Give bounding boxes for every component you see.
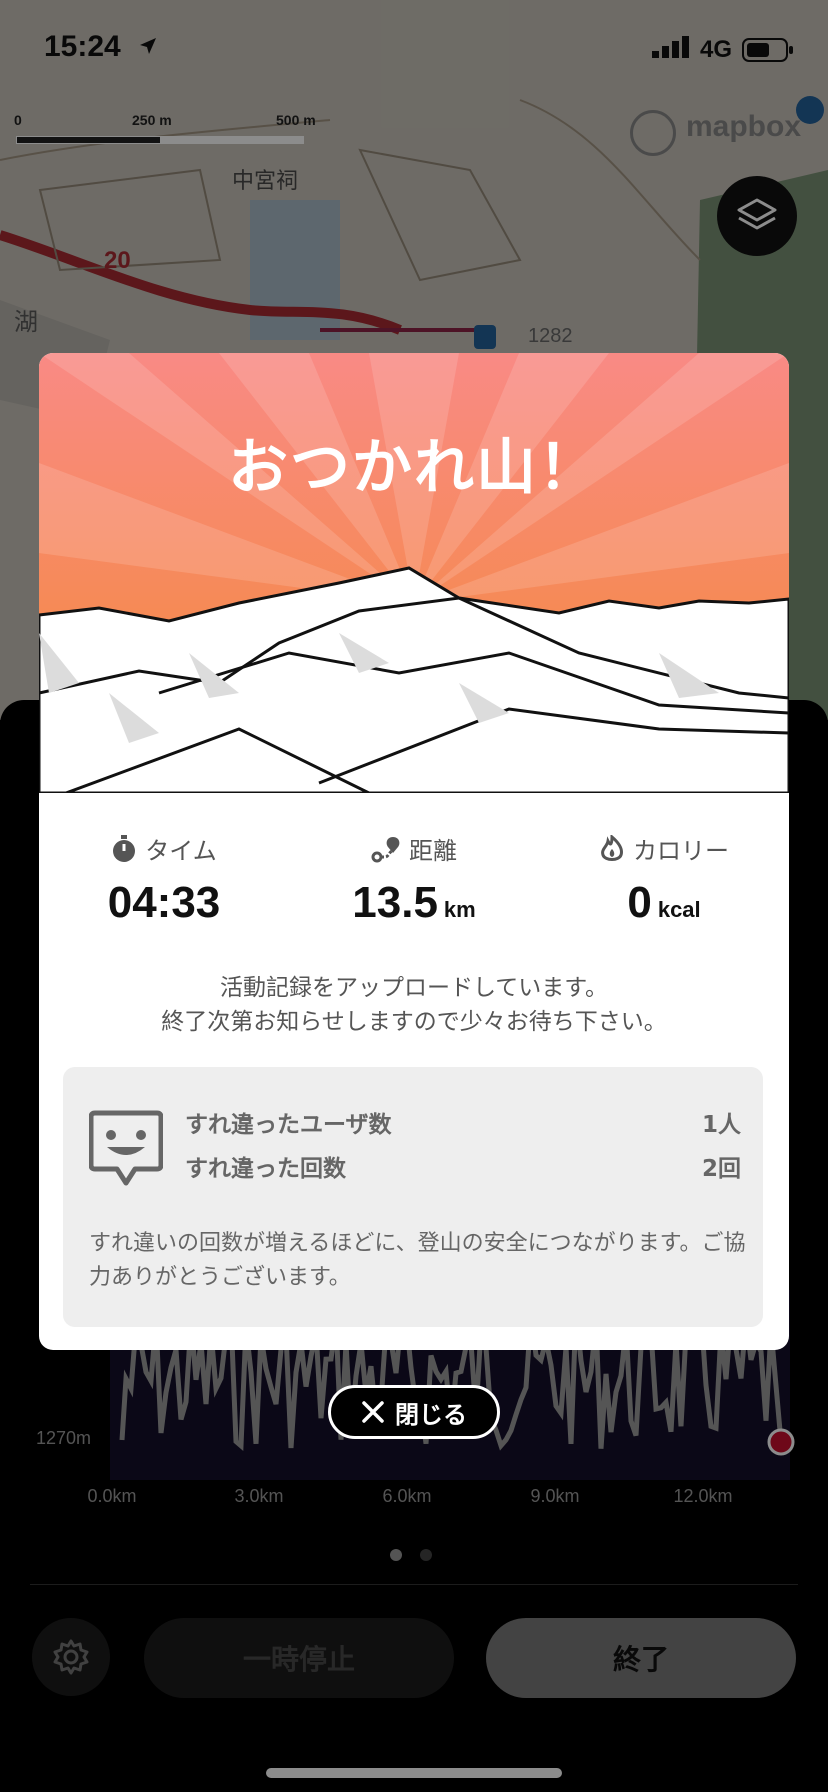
map-scale: 0 250 m 500 m — [14, 112, 334, 152]
passing-users-label: すれ違ったユーザ数 — [185, 1112, 392, 1138]
passing-users-value: 1人 — [701, 1112, 741, 1138]
stat-calories-value: 0 — [627, 878, 652, 927]
stat-distance-label: 距離 — [409, 837, 457, 865]
x-label-9: 9.0km — [530, 1486, 580, 1506]
network-type: 4G — [700, 36, 733, 63]
stat-calories-unit: kcal — [657, 897, 701, 922]
home-indicator[interactable] — [266, 1768, 562, 1778]
settings-button[interactable] — [32, 1618, 110, 1696]
elevation-x-axis: 0.0km 3.0km 6.0km 9.0km 12.0km — [0, 1486, 828, 1510]
close-label: 閉じる — [395, 1400, 467, 1429]
current-position-dot — [767, 1428, 795, 1456]
mapbox-text: mapbox — [686, 110, 802, 143]
stopwatch-icon — [113, 834, 136, 862]
passing-count-row: すれ違った回数 2回 — [185, 1149, 741, 1183]
divider — [30, 1584, 798, 1585]
stat-time-label: タイム — [145, 837, 217, 865]
scale-label-0: 0 — [14, 112, 22, 128]
x-label-6: 6.0km — [382, 1486, 432, 1506]
x-label-0: 0.0km — [87, 1486, 137, 1506]
upload-message-line-1: 活動記録をアップロードしています。 — [219, 975, 608, 1001]
completion-modal: おつかれ山！ タイム 04:33 距離 13.5 km カロリー 0 kcal … — [39, 353, 789, 1350]
upload-message-line-2: 終了次第お知らせしますので少々お待ち下さい。 — [161, 1009, 667, 1035]
upload-message: 活動記録をアップロードしています。 終了次第お知らせしますので少々お待ち下さい。 — [39, 971, 789, 1039]
end-button[interactable]: 終了 — [486, 1618, 796, 1698]
battery-icon — [742, 38, 793, 62]
stat-calories: カロリー 0 kcal — [539, 831, 789, 928]
location-arrow-icon — [140, 38, 156, 54]
gear-icon — [53, 1639, 89, 1675]
passing-note: すれ違いの回数が増えるほどに、登山の安全につながります。ご協力ありがとうございま… — [89, 1231, 746, 1290]
map-layers-button[interactable] — [717, 176, 797, 256]
page-indicator[interactable] — [390, 1546, 450, 1565]
mapbox-icon — [630, 110, 676, 156]
layers-icon — [737, 198, 777, 230]
passing-users-box: すれ違ったユーザ数 1人 すれ違った回数 2回 すれ違いの回数が増えるほどに、登… — [63, 1067, 763, 1327]
route-pin-icon — [371, 836, 400, 862]
passing-users-row: すれ違ったユーザ数 1人 — [185, 1105, 741, 1139]
status-bar: 15:24 4G — [0, 0, 828, 100]
page-dot-2[interactable] — [420, 1549, 432, 1561]
pause-button[interactable]: 一時停止 — [144, 1618, 454, 1698]
scale-bar — [16, 136, 304, 144]
x-label-12: 12.0km — [673, 1486, 733, 1506]
stat-distance-value: 13.5 — [352, 878, 438, 927]
stat-calories-label: カロリー — [633, 837, 729, 865]
cellular-signal-icon — [652, 36, 689, 58]
page-dot-1[interactable] — [390, 1549, 402, 1561]
passing-count-value: 2回 — [701, 1156, 741, 1182]
flame-icon — [601, 834, 623, 861]
elevation-y-label: 1270m — [36, 1428, 92, 1448]
status-time: 15:24 — [44, 30, 121, 63]
scale-label-500: 500 m — [276, 112, 316, 128]
mapbox-logo: mapbox — [630, 110, 802, 156]
activity-stats: タイム 04:33 距離 13.5 km カロリー 0 kcal — [39, 831, 789, 951]
close-button[interactable]: 閉じる — [328, 1385, 500, 1439]
stat-distance: 距離 13.5 km — [289, 831, 539, 928]
passing-face-icon — [89, 1110, 163, 1186]
x-label-3: 3.0km — [234, 1486, 284, 1506]
scale-label-250: 250 m — [132, 112, 172, 128]
stat-time: タイム 04:33 — [39, 831, 289, 928]
close-icon — [362, 1401, 384, 1423]
stat-time-value: 04:33 — [107, 878, 221, 927]
modal-title: おつかれ山！ — [228, 433, 600, 503]
stat-distance-unit: km — [443, 897, 476, 922]
passing-count-label: すれ違った回数 — [185, 1156, 346, 1182]
